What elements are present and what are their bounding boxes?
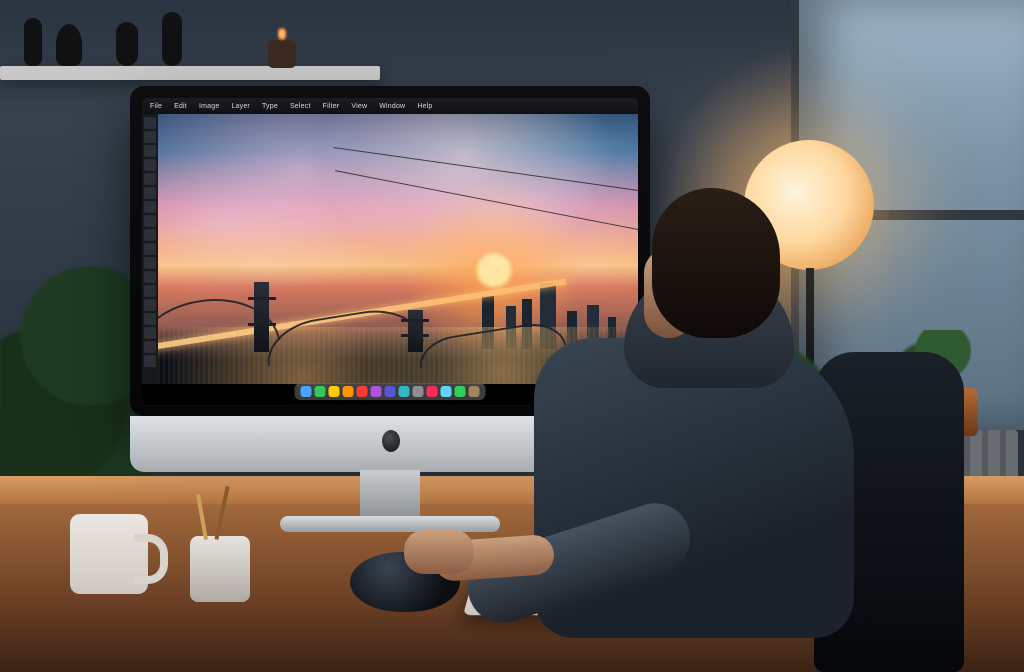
tool-palette bbox=[142, 114, 158, 384]
canvas-city bbox=[158, 260, 638, 384]
tool-icon bbox=[144, 341, 156, 353]
dock-app-icon bbox=[329, 386, 340, 397]
imac-stand-neck bbox=[360, 470, 420, 520]
imac-screen: File Edit Image Layer Type Select Filter View Wi… bbox=[142, 98, 638, 404]
menu-item: Image bbox=[199, 103, 219, 110]
pencil-cup bbox=[190, 536, 250, 602]
dock-app-icon bbox=[357, 386, 368, 397]
dock-app-icon bbox=[441, 386, 452, 397]
mouse bbox=[350, 552, 460, 612]
dock-app-icon bbox=[399, 386, 410, 397]
shelf-vase bbox=[162, 12, 182, 66]
desk-chair bbox=[814, 352, 964, 672]
tool-icon bbox=[144, 159, 156, 171]
imac-bezel: File Edit Image Layer Type Select Filter View Wi… bbox=[130, 86, 650, 416]
macos-dock bbox=[295, 383, 486, 400]
tool-icon bbox=[144, 173, 156, 185]
tool-icon bbox=[144, 187, 156, 199]
app-menubar: File Edit Image Layer Type Select Filter View Wi… bbox=[142, 98, 638, 114]
coffee-mug bbox=[70, 514, 148, 594]
dock-app-icon bbox=[469, 386, 480, 397]
tool-icon bbox=[144, 299, 156, 311]
tool-icon bbox=[144, 355, 156, 367]
tool-icon bbox=[144, 257, 156, 269]
plant-left bbox=[0, 240, 150, 480]
menu-item: Help bbox=[417, 103, 432, 110]
dock-app-icon bbox=[413, 386, 424, 397]
menu-item: Type bbox=[262, 103, 278, 110]
editor-canvas: Trial bbox=[158, 114, 638, 384]
shelf-vase bbox=[56, 24, 82, 66]
tool-icon bbox=[144, 285, 156, 297]
tool-icon bbox=[144, 201, 156, 213]
apple-logo-icon bbox=[382, 430, 400, 452]
tool-icon bbox=[144, 243, 156, 255]
menu-item: Layer bbox=[231, 103, 250, 110]
tool-icon bbox=[144, 131, 156, 143]
tool-icon bbox=[144, 117, 156, 129]
floor-lamp-globe bbox=[744, 140, 874, 270]
keyboard bbox=[463, 567, 777, 615]
dock-app-icon bbox=[427, 386, 438, 397]
wall-shelf bbox=[0, 66, 380, 80]
tool-icon bbox=[144, 327, 156, 339]
menu-item: Window bbox=[379, 103, 405, 110]
tool-icon bbox=[144, 229, 156, 241]
tool-icon bbox=[144, 215, 156, 227]
menu-item: Filter bbox=[323, 103, 340, 110]
dock-app-icon bbox=[385, 386, 396, 397]
dock-app-icon bbox=[455, 386, 466, 397]
imac-stand-foot bbox=[280, 516, 500, 532]
status-badge: Trial bbox=[602, 347, 630, 360]
person-face bbox=[644, 248, 694, 338]
menu-item: View bbox=[351, 103, 367, 110]
dock-app-icon bbox=[301, 386, 312, 397]
dock-app-icon bbox=[315, 386, 326, 397]
dock-app-icon bbox=[371, 386, 382, 397]
menu-item: Select bbox=[290, 103, 311, 110]
menu-item: File bbox=[150, 103, 162, 110]
candle bbox=[268, 40, 296, 68]
photo-scene: File Edit Image Layer Type Select Filter View Wi… bbox=[0, 0, 1024, 672]
imac: File Edit Image Layer Type Select Filter View Wi… bbox=[130, 86, 650, 516]
tool-icon bbox=[144, 271, 156, 283]
tool-icon bbox=[144, 145, 156, 157]
shelf-vase bbox=[116, 22, 138, 66]
tool-icon bbox=[144, 313, 156, 325]
shelf-vase bbox=[24, 18, 42, 66]
dock-app-icon bbox=[343, 386, 354, 397]
menu-item: Edit bbox=[174, 103, 187, 110]
